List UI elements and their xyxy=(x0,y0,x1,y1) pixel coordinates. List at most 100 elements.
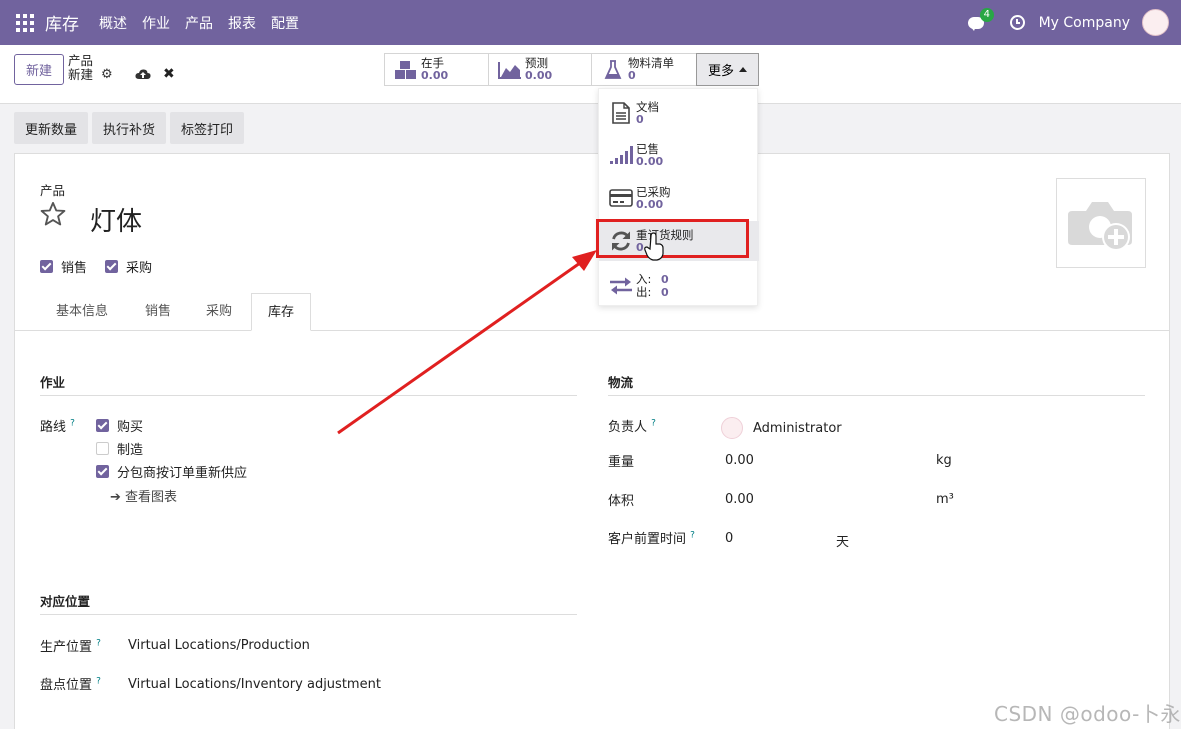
new-button[interactable]: 新建 xyxy=(14,54,64,85)
product-name[interactable]: 灯体 xyxy=(90,201,142,238)
view-diagram-label: 查看图表 xyxy=(125,490,178,505)
production-location-field[interactable]: Virtual Locations/Production xyxy=(128,638,310,653)
dropdown-item-documents[interactable]: 文档 0 xyxy=(599,95,759,131)
dropdown-value: 0.00 xyxy=(636,197,664,211)
logistics-section-title: 物流 xyxy=(608,372,1145,396)
clock-icon[interactable] xyxy=(1009,15,1025,30)
routes-label-text: 路线 xyxy=(40,420,67,435)
dropdown-item-reorder-rules[interactable]: 重订货规则 0 xyxy=(599,221,759,261)
company-switcher[interactable]: My Company xyxy=(1039,15,1130,31)
print-labels-button[interactable]: 标签打印 xyxy=(170,112,245,144)
smart-button-forecast[interactable]: 预测 0.00 xyxy=(488,53,592,86)
route-label: 购买 xyxy=(117,420,144,435)
purchase-checkbox[interactable]: 采购 xyxy=(105,257,152,276)
more-dropdown: 文档 0 已售 0.00 已采购 0.00 重订货规则 0 入: 0 出: 0 xyxy=(598,88,759,306)
smart-label: 预测 xyxy=(525,56,548,70)
moves-out-label: 出: xyxy=(636,285,652,299)
sale-checkbox[interactable]: 销售 xyxy=(40,257,87,276)
replenish-button[interactable]: 执行补货 xyxy=(92,112,167,144)
dropdown-label: 已采购 xyxy=(636,184,671,199)
smart-value: 0.00 xyxy=(421,69,449,82)
user-avatar[interactable] xyxy=(1142,9,1169,36)
chat-badge: 4 xyxy=(979,7,994,22)
checkbox-empty-icon[interactable] xyxy=(96,442,109,455)
moves-in-value: 0 xyxy=(661,273,669,286)
lead-time-field[interactable]: 0 xyxy=(725,531,733,546)
view-diagram-link[interactable]: ➔ 查看图表 xyxy=(110,486,177,505)
update-quantity-button[interactable]: 更新数量 xyxy=(14,112,89,144)
checkbox-checked-icon[interactable] xyxy=(105,260,118,273)
help-icon[interactable]: ? xyxy=(70,419,75,429)
responsible-value: Administrator xyxy=(753,420,842,436)
routes-label: 路线 ? xyxy=(40,416,75,435)
route-manufacture[interactable]: 制造 xyxy=(96,439,143,458)
discard-close-icon[interactable]: ✖ xyxy=(163,66,175,82)
weight-field[interactable]: 0.00 xyxy=(725,453,754,468)
smart-buttons: 在手 0.00 预测 0.00 物料清单 0 更多 xyxy=(384,53,759,86)
arrow-right-icon: ➔ xyxy=(110,490,121,505)
locations-section-title: 对应位置 xyxy=(40,591,577,615)
help-icon[interactable]: ? xyxy=(96,677,101,687)
responsible-field[interactable]: Administrator xyxy=(721,417,842,439)
menu-config[interactable]: 配置 xyxy=(271,13,299,33)
lead-time-label: 客户前置时间 ? xyxy=(608,528,695,547)
dropdown-value: 0 xyxy=(636,112,644,126)
moves-out-value: 0 xyxy=(661,286,669,299)
route-label: 分包商按订单重新供应 xyxy=(117,466,248,481)
dropdown-label: 重订货规则 xyxy=(636,227,694,242)
help-icon[interactable]: ? xyxy=(96,639,101,649)
app-title[interactable]: 库存 xyxy=(45,10,79,35)
production-location-label-text: 生产位置 xyxy=(40,640,93,655)
breadcrumb-parent[interactable]: 产品 xyxy=(68,54,113,68)
dropdown-label: 已售 xyxy=(636,141,659,156)
smart-button-onhand[interactable]: 在手 0.00 xyxy=(384,53,489,86)
tab-inventory[interactable]: 库存 xyxy=(251,293,312,331)
moves-in-label: 入: xyxy=(636,272,652,286)
menu-operations[interactable]: 作业 xyxy=(142,13,170,33)
more-label: 更多 xyxy=(707,64,734,79)
smart-value: 0.00 xyxy=(525,69,553,82)
route-buy[interactable]: 购买 xyxy=(96,416,143,435)
product-image-upload[interactable] xyxy=(1056,178,1146,268)
menu-products[interactable]: 产品 xyxy=(185,13,213,33)
chat-icon[interactable]: 4 xyxy=(967,7,994,31)
help-icon[interactable]: ? xyxy=(651,419,656,429)
credit-card-icon xyxy=(608,189,634,207)
gear-icon[interactable]: ⚙ xyxy=(101,68,113,82)
inventory-location-label: 盘点位置 ? xyxy=(40,674,101,693)
checkbox-checked-icon[interactable] xyxy=(96,465,109,478)
dropdown-item-moves[interactable]: 入: 0 出: 0 xyxy=(599,270,759,302)
route-label: 制造 xyxy=(117,443,144,458)
checkbox-label: 采购 xyxy=(126,261,153,276)
volume-unit: m³ xyxy=(936,492,954,507)
save-cloud-icon[interactable] xyxy=(135,68,151,80)
tab-sales[interactable]: 销售 xyxy=(145,293,171,331)
smart-label: 在手 xyxy=(421,56,444,70)
dropdown-item-purchased[interactable]: 已采购 0.00 xyxy=(599,180,759,216)
inventory-location-field[interactable]: Virtual Locations/Inventory adjustment xyxy=(128,677,381,692)
more-button[interactable]: 更多 xyxy=(696,53,759,86)
checkbox-checked-icon[interactable] xyxy=(40,260,53,273)
tab-purchase[interactable]: 采购 xyxy=(206,293,232,331)
app-grid-icon[interactable] xyxy=(16,13,34,32)
smart-button-bom[interactable]: 物料清单 0 xyxy=(591,53,697,86)
weight-unit: kg xyxy=(936,453,952,468)
help-icon[interactable]: ? xyxy=(690,531,695,541)
menu-reports[interactable]: 报表 xyxy=(228,13,256,33)
weight-label: 重量 xyxy=(608,455,635,470)
operations-section-title: 作业 xyxy=(40,372,577,396)
checkbox-checked-icon[interactable] xyxy=(96,419,109,432)
dropdown-item-sold[interactable]: 已售 0.00 xyxy=(599,137,759,173)
volume-field[interactable]: 0.00 xyxy=(725,492,754,507)
dropdown-value: 0.00 xyxy=(636,154,664,168)
star-icon[interactable] xyxy=(39,200,67,228)
responsible-label-text: 负责人 xyxy=(608,420,648,435)
caret-up-icon xyxy=(739,67,747,72)
dropdown-label: 文档 xyxy=(636,99,659,114)
tab-general[interactable]: 基本信息 xyxy=(56,293,108,331)
route-subcontract[interactable]: 分包商按订单重新供应 xyxy=(96,462,247,481)
control-panel: 新建 产品 新建 ⚙ ✖ 在手 0.00 预测 0.00 物料清单 0 更多 xyxy=(0,45,1181,104)
form-sheet: 产品 灯体 销售 采购 基本信息 销售 采购 库存 作业 路线 ? 购买 制造 xyxy=(14,153,1170,729)
menu-overview[interactable]: 概述 xyxy=(99,13,127,33)
refresh-icon xyxy=(608,230,634,252)
